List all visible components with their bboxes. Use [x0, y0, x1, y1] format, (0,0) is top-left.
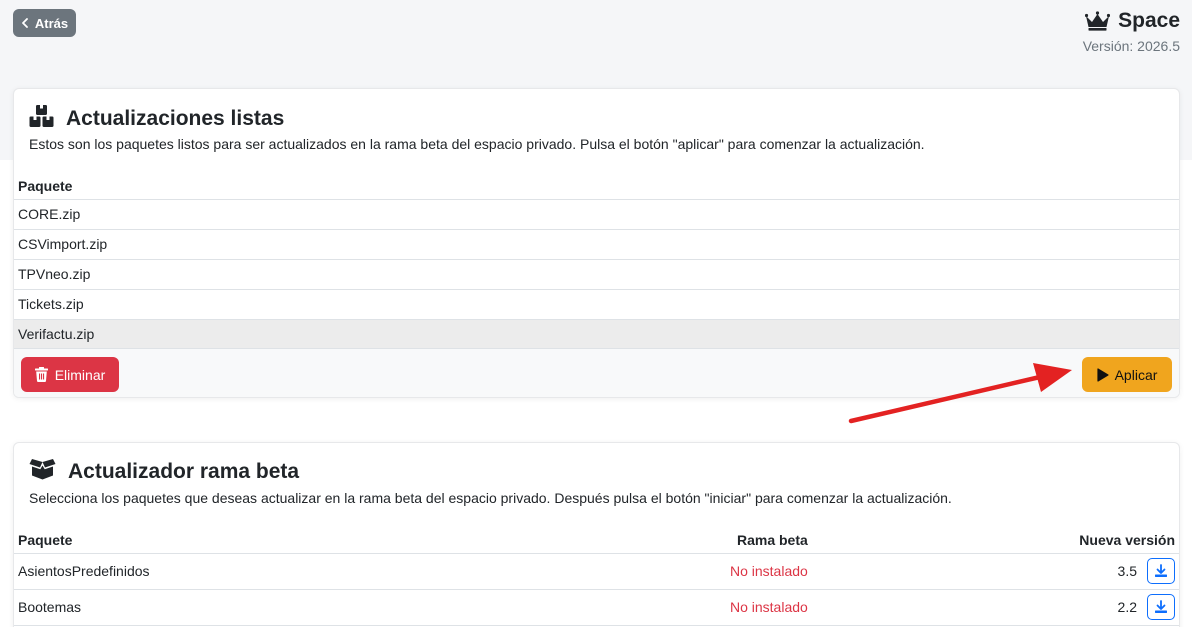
- beta-updater-title: Actualizador rama beta: [68, 460, 300, 483]
- package-name: CORE.zip: [14, 199, 1179, 230]
- new-version-cell: 3.5: [811, 553, 1179, 590]
- brand: Space Versión: 2026.5: [1083, 9, 1180, 54]
- apply-button[interactable]: Aplicar: [1082, 357, 1172, 392]
- version-number: 3.5: [1117, 563, 1137, 579]
- version-label: Versión: 2026.5: [1082, 38, 1180, 54]
- delete-button-label: Eliminar: [54, 366, 106, 383]
- table-row[interactable]: Tickets.zip: [14, 289, 1179, 320]
- chevron-left-icon: [21, 16, 29, 31]
- package-name: CSVimport.zip: [14, 229, 1179, 260]
- ready-packages-table: Paquete CORE.zip CSVimport.zip TPVneo.zi…: [14, 173, 1179, 350]
- play-icon: [1096, 367, 1109, 382]
- install-status: No instalado: [507, 589, 812, 626]
- crown-icon: [1085, 11, 1111, 31]
- package-name: Verifactu.zip: [14, 319, 1179, 350]
- ready-updates-card: Actualizaciones listas Estos son los paq…: [13, 88, 1180, 398]
- trash-icon: [34, 367, 48, 382]
- column-header-new-version: Nueva versión: [811, 527, 1179, 554]
- table-row[interactable]: CORE.zip: [14, 199, 1179, 230]
- table-row: Bootemas No instalado 2.2: [14, 589, 1179, 626]
- back-button-label: Atrás: [34, 15, 69, 31]
- install-status: No instalado: [507, 553, 812, 590]
- box-open-icon: [29, 458, 56, 486]
- ready-updates-footer: Eliminar Aplicar: [14, 348, 1179, 397]
- table-header-row: Paquete: [14, 173, 1179, 200]
- download-button[interactable]: [1147, 594, 1175, 620]
- delete-button[interactable]: Eliminar: [21, 357, 119, 392]
- package-name: Tickets.zip: [14, 289, 1179, 320]
- ready-updates-heading: Actualizaciones listas: [29, 104, 284, 134]
- beta-updater-description: Selecciona los paquetes que deseas actua…: [29, 490, 952, 506]
- new-version-cell: 2.2: [811, 589, 1179, 626]
- column-header-beta: Rama beta: [507, 527, 812, 554]
- ready-updates-title: Actualizaciones listas: [66, 107, 285, 130]
- download-icon: [1155, 600, 1167, 613]
- package-name: TPVneo.zip: [14, 259, 1179, 290]
- column-header-package: Paquete: [14, 173, 1179, 200]
- back-button[interactable]: Atrás: [13, 9, 76, 37]
- beta-updater-card: Actualizador rama beta Selecciona los pa…: [13, 442, 1180, 627]
- table-row: AsientosPredefinidos No instalado 3.5: [14, 553, 1179, 590]
- beta-updater-heading: Actualizador rama beta: [29, 458, 299, 486]
- column-header-package: Paquete: [14, 527, 508, 554]
- table-row[interactable]: CSVimport.zip: [14, 229, 1179, 260]
- table-row[interactable]: Verifactu.zip: [14, 319, 1179, 350]
- ready-updates-description: Estos son los paquetes listos para ser a…: [29, 136, 925, 152]
- beta-packages-table: Paquete Rama beta Nueva versión Asientos…: [14, 527, 1179, 626]
- boxes-icon: [29, 104, 54, 134]
- version-number: 2.2: [1117, 599, 1137, 615]
- download-icon: [1155, 564, 1167, 577]
- apply-button-label: Aplicar: [1114, 366, 1158, 383]
- package-name: AsientosPredefinidos: [14, 553, 508, 590]
- table-row[interactable]: TPVneo.zip: [14, 259, 1179, 290]
- brand-title: Space: [1118, 9, 1180, 32]
- download-button[interactable]: [1147, 558, 1175, 584]
- table-header-row: Paquete Rama beta Nueva versión: [14, 527, 1179, 554]
- package-name: Bootemas: [14, 589, 508, 626]
